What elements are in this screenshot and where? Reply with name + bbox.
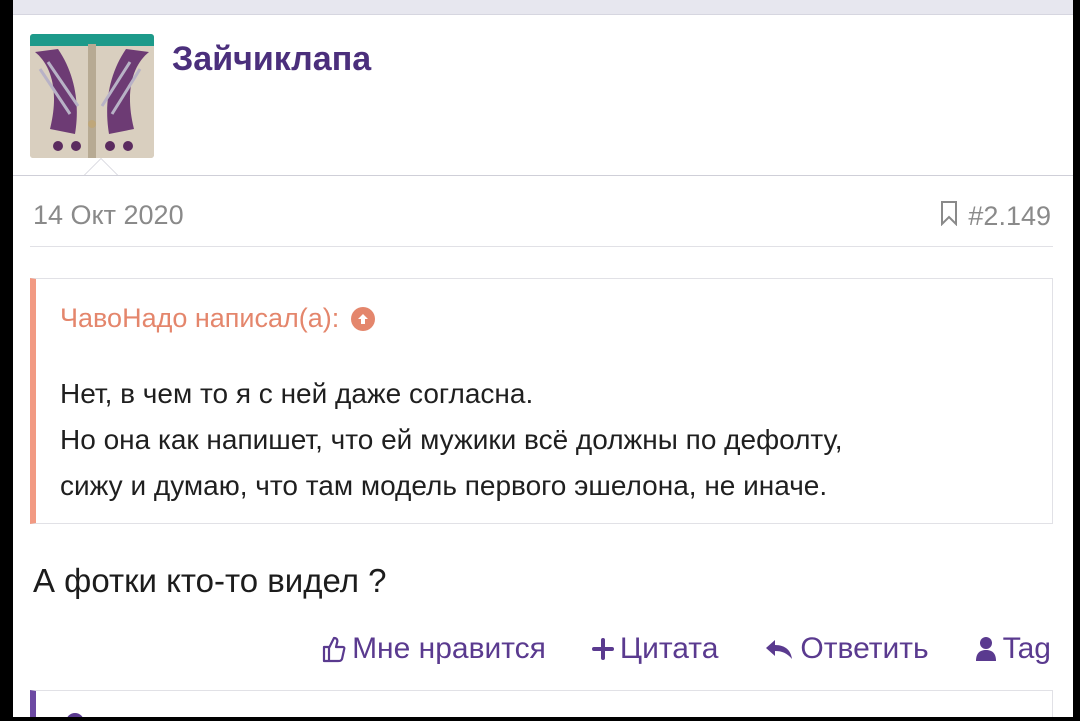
next-post-edge [30, 690, 1053, 717]
quote-label[interactable]: Цитата [620, 632, 718, 666]
quote-line: сижу и думаю, что там модель первого эше… [60, 470, 828, 501]
quote-line: Нет, в чем то я с ней даже согласна. [60, 378, 534, 409]
forum-post-page: Зайчиклапа 14 Окт 2020 #2.149 ЧавоНадо н… [13, 0, 1073, 717]
reply-arrow-icon [764, 638, 794, 660]
header-caret [83, 158, 119, 176]
user-icon [66, 713, 84, 717]
like-label[interactable]: Мне нравится [352, 632, 546, 666]
post-author[interactable]: Зайчиклапа [172, 40, 371, 79]
top-bar [13, 0, 1073, 15]
post-date[interactable]: 14 Окт 2020 [33, 200, 184, 231]
plus-icon [591, 638, 614, 660]
reply-label[interactable]: Ответить [800, 632, 928, 666]
like-button[interactable]: Мне нравится [320, 632, 546, 666]
avatar-image [30, 34, 154, 158]
tag-button[interactable]: Tag [975, 632, 1051, 666]
quote-line: Но она как напишет, что ей мужики всё до… [60, 424, 843, 455]
user-icon [975, 636, 997, 662]
meta-divider [30, 246, 1053, 247]
tag-label[interactable]: Tag [1003, 632, 1051, 666]
thumbs-up-icon [320, 635, 346, 663]
arrow-up-circle-icon[interactable] [351, 306, 376, 331]
reply-button[interactable]: Ответить [764, 632, 929, 666]
header-divider [13, 175, 1073, 176]
quote-header[interactable]: ЧавоНадо написал(а): [60, 303, 376, 334]
post-message: А фотки кто-то видел ? [33, 562, 387, 599]
post-number[interactable]: #2.149 [940, 200, 1051, 233]
quote-body: Нет, в чем то я с ней даже согласна. Но … [60, 371, 1032, 509]
quote-author-line[interactable]: ЧавоНадо написал(а): [60, 303, 339, 334]
post-actions: Мне нравится Цитата Ответить Tag [320, 632, 1051, 666]
quote-block: ЧавоНадо написал(а): Нет, в чем то я с н… [30, 278, 1053, 524]
avatar[interactable] [30, 34, 154, 158]
post-number-text[interactable]: #2.149 [968, 201, 1051, 232]
bookmark-icon[interactable] [940, 200, 958, 233]
quote-button[interactable]: Цитата [591, 632, 718, 666]
